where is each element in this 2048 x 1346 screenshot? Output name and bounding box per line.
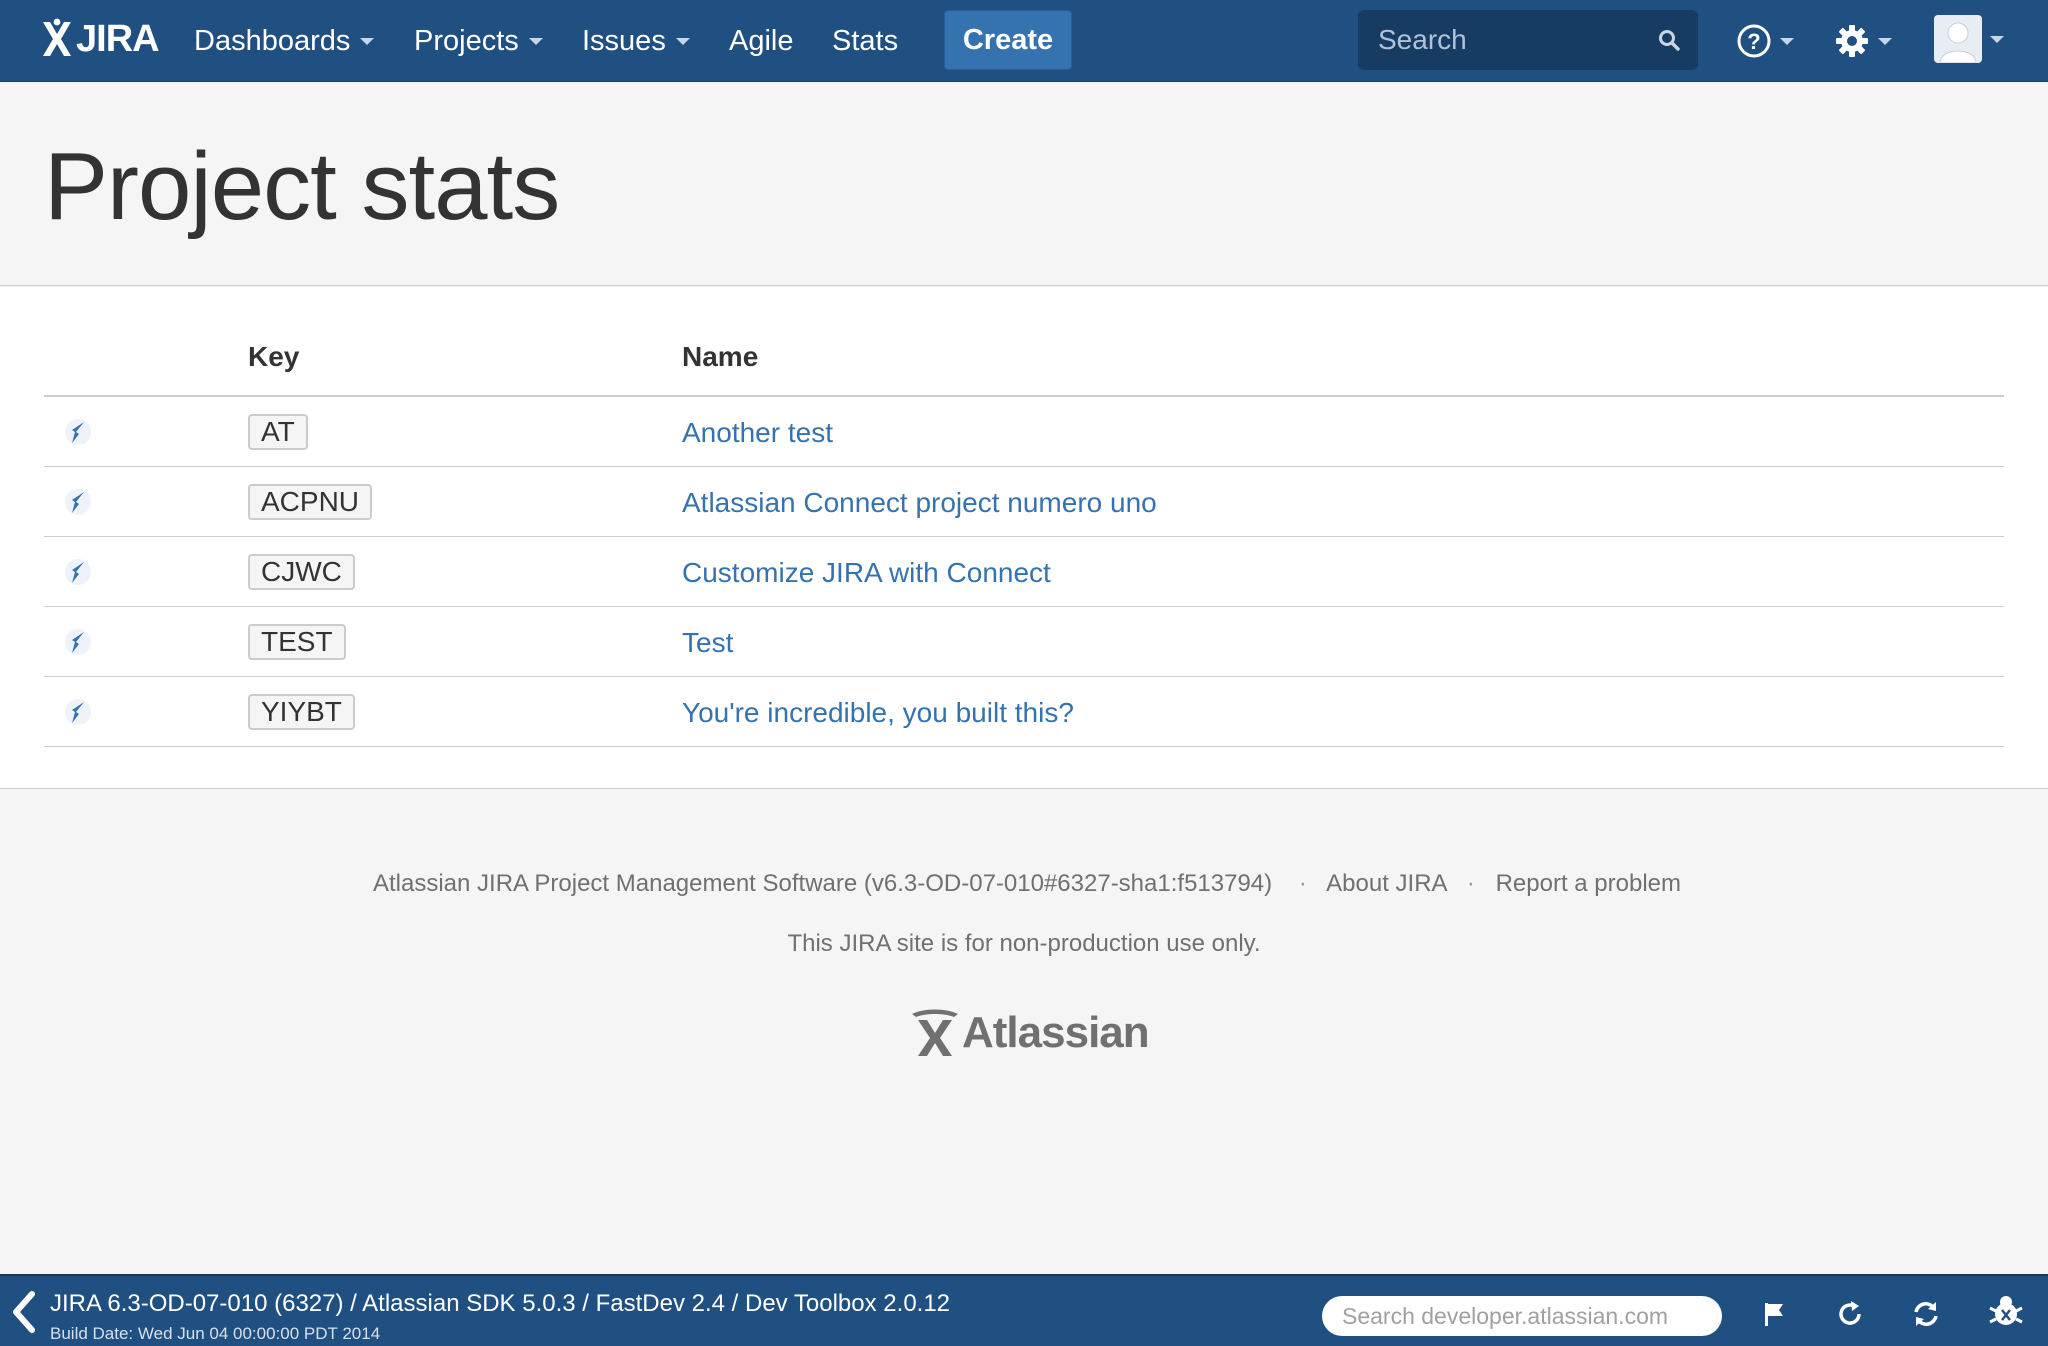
logo-text: JIRA	[76, 17, 160, 60]
table-row: AT Another test	[44, 397, 2004, 467]
atlassian-footer-logo[interactable]: Atlassian	[910, 1008, 1150, 1058]
nav-label: Dashboards	[194, 24, 351, 57]
projects-table: Key Name AT Another test ACPNU Atlassian…	[44, 341, 2004, 747]
table-row: TEST Test	[44, 607, 2004, 677]
nav-stats[interactable]: Stats	[832, 20, 898, 62]
refresh-icon[interactable]	[1834, 1298, 1866, 1330]
project-key-badge: CJWC	[248, 554, 355, 590]
create-button[interactable]: Create	[944, 10, 1072, 70]
jira-logo[interactable]: JIRA	[40, 14, 160, 64]
nav-dashboards[interactable]: Dashboards	[194, 20, 375, 62]
project-rocket-icon	[65, 419, 91, 445]
footer-links: Atlassian JIRA Project Management Softwa…	[0, 870, 2048, 898]
project-key-badge: TEST	[248, 624, 346, 660]
chevron-down-icon	[360, 37, 375, 45]
sync-icon[interactable]	[1910, 1298, 1942, 1330]
developer-toolbar: JIRA 6.3-OD-07-010 (6327) / Atlassian SD…	[0, 1274, 2048, 1346]
footer-separator: ·	[1466, 870, 1475, 897]
project-rocket-icon	[65, 489, 91, 515]
svg-text:?: ?	[1747, 29, 1760, 54]
non-production-notice: This JIRA site is for non-production use…	[787, 930, 1261, 957]
help-menu[interactable]: ?	[1736, 18, 1794, 64]
chevron-down-icon	[1780, 37, 1794, 45]
settings-menu[interactable]	[1834, 18, 1892, 64]
nav-label: Projects	[414, 24, 519, 57]
project-name-link[interactable]: Customize JIRA with Connect	[682, 557, 1051, 589]
nav-issues[interactable]: Issues	[582, 20, 690, 62]
nav-label: Agile	[729, 24, 794, 57]
project-key-badge: AT	[248, 414, 308, 450]
project-rocket-icon	[65, 629, 91, 655]
atlassian-logo-icon	[912, 1009, 958, 1056]
search-input[interactable]	[1378, 24, 1638, 56]
atlassian-logo-text: Atlassian	[962, 1008, 1150, 1057]
footer-separator: ·	[1298, 870, 1307, 897]
chevron-down-icon	[1878, 37, 1892, 45]
software-version-text: Atlassian JIRA Project Management Softwa…	[372, 870, 1273, 897]
table-header: Key Name	[44, 341, 2004, 397]
page-footer: Atlassian JIRA Project Management Softwa…	[0, 790, 2048, 1274]
nav-label: Issues	[582, 24, 666, 57]
table-row: CJWC Customize JIRA with Connect	[44, 537, 2004, 607]
page-header: Project stats	[0, 82, 2048, 286]
user-menu[interactable]	[1934, 15, 2004, 63]
nav-label: Stats	[832, 24, 899, 57]
project-name-link[interactable]: Atlassian Connect project numero uno	[682, 487, 1157, 519]
project-stats-panel: Key Name AT Another test ACPNU Atlassian…	[0, 287, 2048, 789]
developer-search-input[interactable]	[1322, 1296, 1722, 1336]
flag-icon[interactable]	[1758, 1298, 1790, 1330]
report-problem-link[interactable]: Report a problem	[1496, 870, 1681, 897]
page-title: Project stats	[44, 133, 560, 240]
devbar-build-date: Build Date: Wed Jun 04 00:00:00 PDT 2014	[50, 1324, 381, 1343]
project-name-link[interactable]: You're incredible, you built this?	[682, 697, 1074, 729]
chevron-down-icon	[675, 37, 690, 45]
project-rocket-icon	[65, 699, 91, 725]
devbar-version-info: JIRA 6.3-OD-07-010 (6327) / Atlassian SD…	[50, 1290, 951, 1317]
about-jira-link[interactable]: About JIRA	[1326, 870, 1446, 897]
project-name-link[interactable]: Test	[682, 627, 733, 659]
user-avatar-icon	[1934, 15, 1982, 63]
chevron-down-icon	[1990, 35, 2004, 43]
help-icon: ?	[1737, 24, 1771, 58]
top-navigation-bar: JIRA Dashboards Projects Issues Agile St…	[0, 0, 2048, 82]
project-name-link[interactable]: Another test	[682, 417, 833, 449]
bug-icon[interactable]	[1986, 1292, 2026, 1332]
table-row: YIYBT You're incredible, you built this?	[44, 677, 2004, 747]
project-rocket-icon	[65, 559, 91, 585]
search-icon[interactable]	[1658, 29, 1680, 51]
project-key-badge: YIYBT	[248, 694, 355, 730]
atlassian-logo-icon	[43, 18, 71, 56]
header-search	[1358, 10, 1698, 70]
gear-icon	[1836, 25, 1868, 57]
nav-agile[interactable]: Agile	[729, 20, 794, 62]
chevron-left-icon[interactable]	[8, 1290, 40, 1334]
column-header-key: Key	[248, 341, 300, 372]
table-row: ACPNU Atlassian Connect project numero u…	[44, 467, 2004, 537]
nav-projects[interactable]: Projects	[414, 20, 543, 62]
column-header-name: Name	[682, 341, 759, 372]
project-key-badge: ACPNU	[248, 484, 373, 520]
chevron-down-icon	[528, 37, 543, 45]
